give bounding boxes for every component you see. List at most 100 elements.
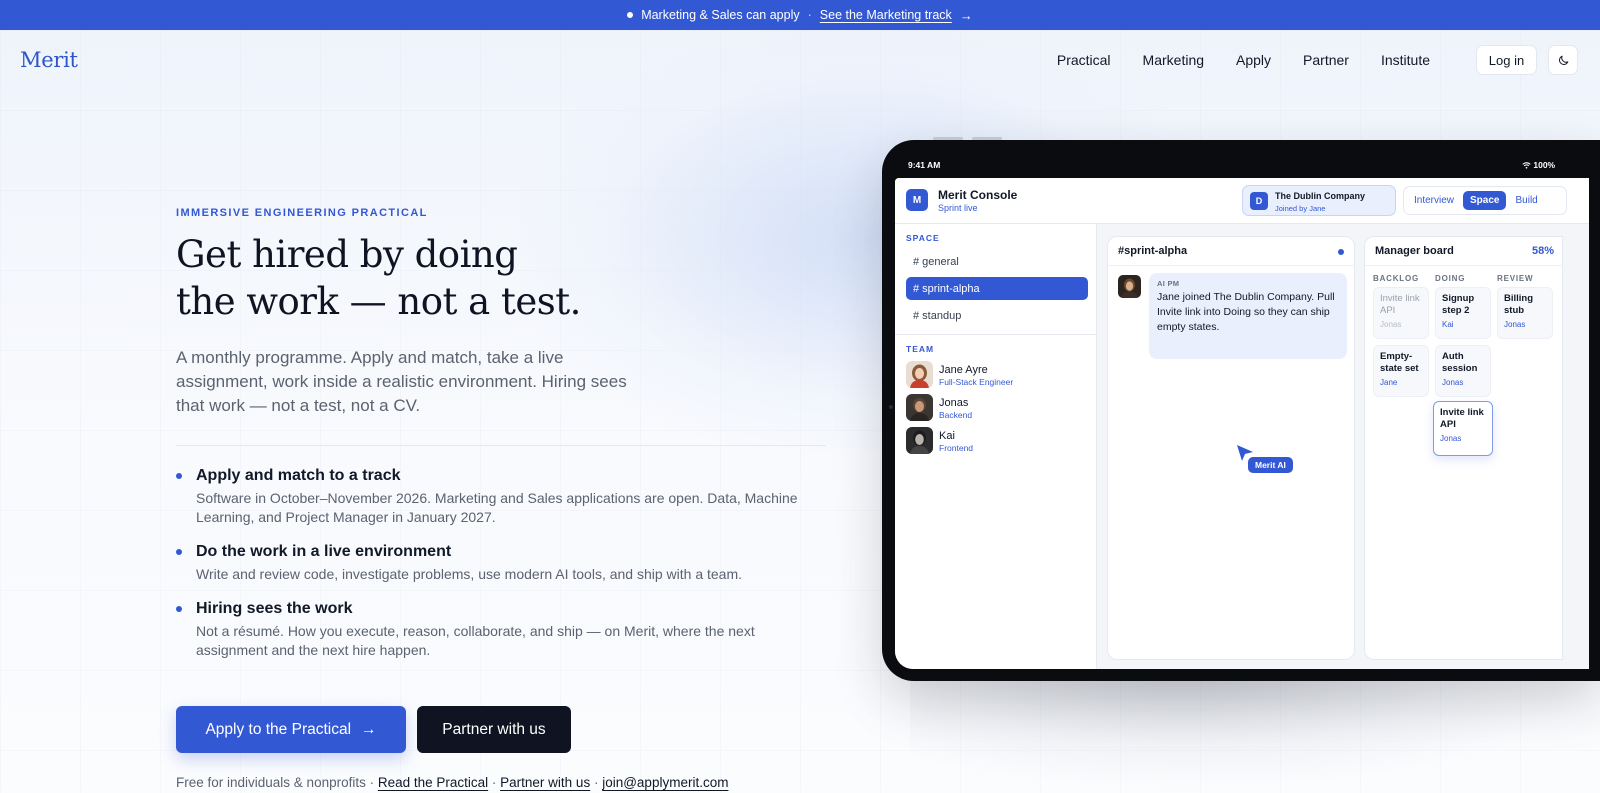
- task-title: Billing stub: [1504, 293, 1534, 316]
- member-role: Full-Stack Engineer: [939, 377, 1014, 387]
- nav-links: Practical Marketing Apply Partner Instit…: [1057, 52, 1430, 68]
- task-card-dragging[interactable]: Invite link API Jonas: [1433, 401, 1493, 456]
- feature-list: Apply and match to a track Software in O…: [176, 465, 826, 674]
- bullet-icon: [176, 473, 182, 479]
- sidebar-divider: [895, 334, 1097, 335]
- company-logo: D: [1250, 192, 1268, 210]
- chat-message: AI PM Jane joined The Dublin Company. Pu…: [1149, 273, 1347, 359]
- manager-board: Manager board 58% BACKLOG DOING REVIEW I…: [1364, 236, 1564, 660]
- hero-footnote: Free for individuals & nonprofits · Read…: [176, 775, 728, 790]
- board-divider: [1365, 265, 1564, 266]
- wifi-icon: [1522, 162, 1531, 169]
- theme-toggle-button[interactable]: [1548, 45, 1578, 75]
- tablet-device: 9:41 AM 100% M Merit Console Sprint live…: [882, 140, 1600, 681]
- feature-description: Write and review code, investigate probl…: [196, 566, 743, 582]
- feature-item: Hiring sees the work Not a résumé. How y…: [176, 598, 826, 660]
- nav-link-apply[interactable]: Apply: [1236, 52, 1271, 68]
- task-card[interactable]: Billing stub Jonas: [1497, 287, 1553, 339]
- task-assignee: Jonas: [1442, 378, 1464, 387]
- feature-title: Apply and match to a track: [196, 467, 401, 484]
- apply-practical-label: Apply to the Practical: [205, 720, 352, 738]
- task-card[interactable]: Signup step 2 Kai: [1435, 287, 1491, 339]
- board-progress: 58%: [1531, 245, 1554, 257]
- task-card[interactable]: Auth session Jonas: [1435, 345, 1491, 397]
- console-subtitle: Sprint live: [938, 203, 978, 213]
- console-title: Merit Console: [938, 188, 1018, 202]
- avatar: [906, 427, 933, 454]
- moon-icon: [1558, 55, 1568, 65]
- footnote-sep: ·: [488, 775, 501, 790]
- login-button[interactable]: Log in: [1476, 45, 1537, 75]
- task-card[interactable]: Empty-state set Jane: [1373, 345, 1429, 397]
- avatar: [1118, 275, 1141, 298]
- company-badge[interactable]: D The Dublin Company Joined by Jane: [1242, 185, 1396, 216]
- email-link[interactable]: join@applymerit.com: [602, 775, 728, 790]
- task-title: Empty-state set: [1380, 351, 1419, 374]
- read-practical-link[interactable]: Read the Practical: [378, 775, 488, 790]
- column-doing: DOING: [1435, 274, 1466, 283]
- arrow-right-icon: →: [959, 7, 973, 23]
- chat-channel-title: #sprint-alpha: [1118, 245, 1188, 257]
- headline-line-2: the work — not a test.: [176, 280, 581, 323]
- marketing-track-link[interactable]: See the Marketing track: [820, 8, 952, 22]
- column-review: REVIEW: [1497, 274, 1534, 283]
- partner-link[interactable]: Partner with us: [500, 775, 590, 790]
- nav-link-marketing[interactable]: Marketing: [1143, 52, 1204, 68]
- console-header: M Merit Console Sprint live D The Dublin…: [895, 178, 1589, 224]
- task-assignee: Jonas: [1504, 320, 1526, 329]
- mode-interview[interactable]: Interview: [1407, 191, 1461, 210]
- member-name: Jane Ayre: [939, 364, 988, 376]
- status-battery: 100%: [1522, 160, 1555, 170]
- hero-eyebrow: IMMERSIVE ENGINEERING PRACTICAL: [176, 207, 428, 219]
- task-assignee: Kai: [1442, 320, 1454, 329]
- avatar: [906, 394, 933, 421]
- headline-line-1: Get hired by doing: [176, 233, 518, 276]
- mode-switch: Interview Space Build: [1403, 186, 1567, 215]
- arrow-right-icon: →: [361, 720, 377, 738]
- feature-description: Not a résumé. How you execute, reason, c…: [196, 623, 755, 658]
- battery-percent: 100%: [1533, 160, 1556, 170]
- team-member[interactable]: Jane Ayre Full-Stack Engineer: [906, 361, 1088, 389]
- feature-title: Do the work in a live environment: [196, 543, 452, 560]
- footnote-prefix: Free for individuals & nonprofits: [176, 775, 366, 790]
- member-role: Frontend: [939, 443, 974, 453]
- member-name: Jonas: [939, 397, 969, 409]
- avatar: [906, 361, 933, 388]
- partner-button[interactable]: Partner with us: [417, 706, 571, 753]
- hero-lead: A monthly programme. Apply and match, ta…: [176, 348, 627, 415]
- column-backlog: BACKLOG: [1373, 274, 1420, 283]
- task-assignee: Jonas: [1380, 320, 1402, 329]
- feature-item: Apply and match to a track Software in O…: [176, 465, 826, 527]
- channel-sprint-alpha[interactable]: # sprint-alpha: [906, 277, 1088, 300]
- camera-icon: [889, 405, 893, 409]
- channel-standup[interactable]: # standup: [906, 304, 1088, 327]
- announcement-text: Marketing & Sales can apply: [641, 8, 800, 22]
- nav-link-partner[interactable]: Partner: [1303, 52, 1349, 68]
- member-name: Kai: [939, 430, 955, 442]
- channel-general[interactable]: # general: [906, 250, 1088, 273]
- mode-build[interactable]: Build: [1508, 191, 1544, 210]
- task-title: Auth session: [1442, 351, 1478, 374]
- footnote-sep: ·: [365, 775, 378, 790]
- bullet-icon: [176, 606, 182, 612]
- company-joined: Joined by Jane: [1275, 204, 1326, 213]
- status-dot-icon: [627, 12, 634, 18]
- nav-link-institute[interactable]: Institute: [1381, 52, 1430, 68]
- feature-title: Hiring sees the work: [196, 600, 353, 617]
- console-sidebar: SPACE # general # sprint-alpha # standup…: [895, 224, 1097, 669]
- merit-logo[interactable]: Merit: [20, 48, 78, 72]
- nav-link-practical[interactable]: Practical: [1057, 52, 1111, 68]
- task-card[interactable]: Invite link API Jonas: [1373, 287, 1429, 339]
- announcement-separator: ·: [807, 8, 812, 22]
- hero-divider: [176, 445, 826, 446]
- message-sender: AI PM: [1157, 279, 1180, 288]
- chat-divider: [1108, 265, 1356, 266]
- announcement-bar: Marketing & Sales can apply · See the Ma…: [0, 0, 1600, 30]
- mode-space[interactable]: Space: [1463, 191, 1507, 210]
- team-member[interactable]: Jonas Backend: [906, 394, 1088, 422]
- console-logo: M: [906, 189, 928, 211]
- bullet-icon: [176, 549, 182, 555]
- top-nav: Merit Practical Marketing Apply Partner …: [0, 30, 1600, 92]
- apply-practical-button[interactable]: Apply to the Practical →: [176, 706, 406, 753]
- team-member[interactable]: Kai Frontend: [906, 427, 1088, 455]
